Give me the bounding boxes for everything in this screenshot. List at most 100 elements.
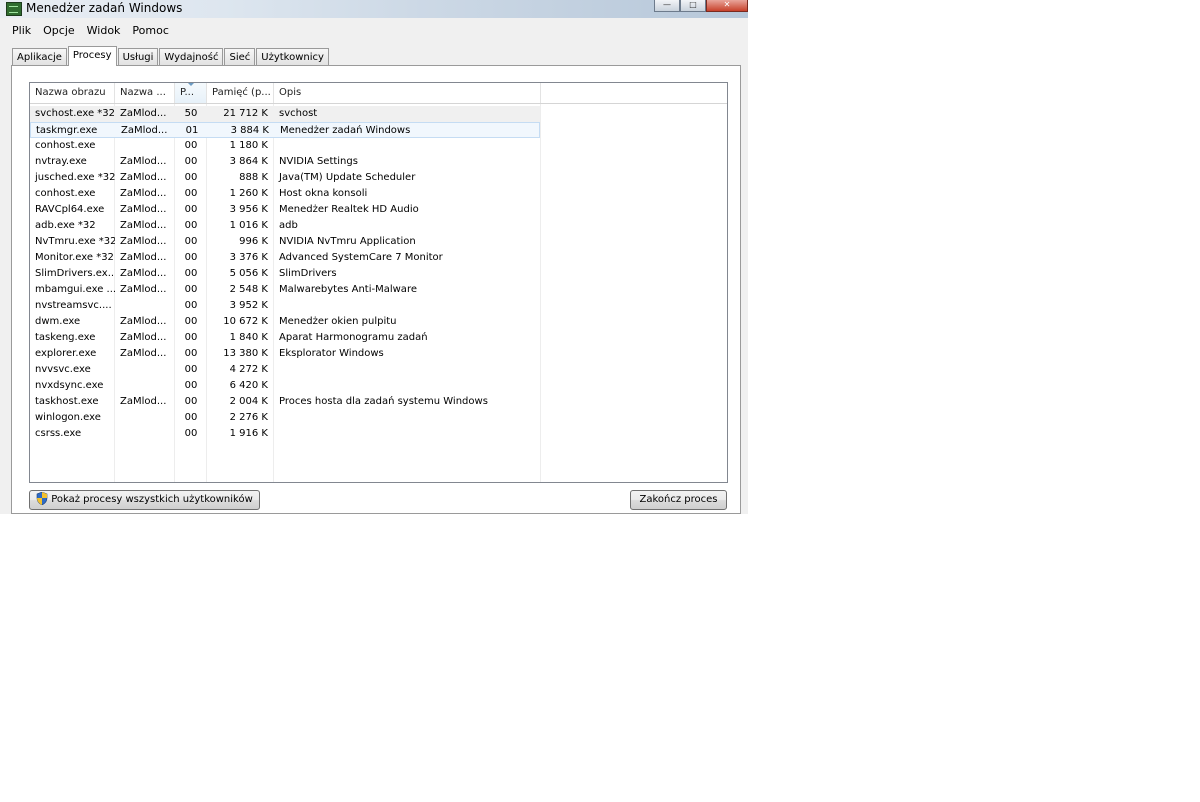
window-title: Menedżer zadań Windows — [26, 1, 183, 15]
table-row[interactable]: winlogon.exe 00 2 276 K — [30, 410, 540, 426]
description-cell: NVIDIA Settings — [279, 156, 358, 167]
column-image-name[interactable]: Nazwa obrazu — [30, 83, 115, 103]
table-row[interactable]: svchost.exe *32 ZaMlod... 50 21 712 K svchos… — [30, 106, 540, 122]
table-row[interactable]: nvvsvc.exe 00 4 272 K — [30, 362, 540, 378]
close-icon[interactable]: ✕ — [706, 0, 748, 12]
list-header: Nazwa obrazu Nazwa ... P... Pamięć (p...… — [30, 83, 727, 104]
table-row[interactable]: taskeng.exe ZaMlod... 00 1 840 K Aparat Harm… — [30, 330, 540, 346]
column-memory[interactable]: Pamięć (p... — [207, 83, 274, 103]
cpu-cell: 00 — [184, 220, 198, 231]
table-row[interactable]: taskmgr.exe ZaMlod... 01 3 884 K Menedżer za… — [30, 122, 540, 138]
image-name-cell: nvtray.exe — [35, 156, 87, 167]
memory-cell: 996 K — [239, 236, 268, 247]
show-all-processes-button[interactable]: Pokaż procesy wszystkich użytkowników — [29, 490, 260, 510]
table-row[interactable]: nvxdsync.exe 00 6 420 K — [30, 378, 540, 394]
tab-applications[interactable]: Aplikacje — [12, 48, 67, 65]
memory-cell: 3 952 K — [229, 300, 268, 311]
memory-cell: 6 420 K — [229, 380, 268, 391]
image-name-cell: conhost.exe — [35, 188, 96, 199]
tab-performance[interactable]: Wydajność — [159, 48, 224, 65]
menu-options[interactable]: Opcje — [37, 22, 81, 40]
memory-cell: 2 276 K — [229, 412, 268, 423]
description-cell — [274, 298, 540, 314]
cpu-cell: 00 — [184, 204, 198, 215]
memory-cell: 1 016 K — [229, 220, 268, 231]
user-name-cell — [115, 362, 175, 378]
user-name-cell: ZaMlod... — [120, 268, 167, 279]
user-name-cell: ZaMlod... — [120, 252, 167, 263]
table-row[interactable]: jusched.exe *32 ZaMlod... 00 888 K Java(TM) … — [30, 170, 540, 186]
tab-services[interactable]: Usługi — [117, 48, 159, 65]
cpu-cell: 00 — [184, 140, 198, 151]
image-name-cell: dwm.exe — [35, 316, 81, 327]
description-cell: Java(TM) Update Scheduler — [279, 172, 416, 183]
image-name-cell: taskeng.exe — [35, 332, 96, 343]
memory-cell: 3 864 K — [229, 156, 268, 167]
user-name-cell: ZaMlod... — [120, 236, 167, 247]
user-name-cell: ZaMlod... — [120, 220, 167, 231]
description-cell — [274, 426, 540, 442]
memory-cell: 2 004 K — [229, 396, 268, 407]
end-process-label: Zakończ proces — [639, 494, 718, 505]
menu-view[interactable]: Widok — [81, 22, 127, 40]
table-row[interactable]: conhost.exe 00 1 180 K — [30, 138, 540, 154]
menu-file[interactable]: Plik — [0, 22, 37, 40]
description-cell: Menedżer okien pulpitu — [279, 316, 397, 327]
description-cell: svchost — [279, 108, 318, 119]
description-cell: NVIDIA NvTmru Application — [279, 236, 416, 247]
memory-cell: 4 272 K — [229, 364, 268, 375]
user-name-cell: ZaMlod... — [120, 348, 167, 359]
memory-cell: 3 376 K — [229, 252, 268, 263]
table-row[interactable]: conhost.exe ZaMlod... 00 1 260 K Host okna k… — [30, 186, 540, 202]
image-name-cell: taskmgr.exe — [36, 125, 98, 136]
column-description[interactable]: Opis — [274, 83, 541, 103]
user-name-cell: ZaMlod... — [120, 156, 167, 167]
user-name-cell: ZaMlod... — [120, 332, 167, 343]
table-row[interactable]: taskhost.exe ZaMlod... 00 2 004 K Proces hos… — [30, 394, 540, 410]
table-row[interactable]: adb.exe *32 ZaMlod... 00 1 016 K adb — [30, 218, 540, 234]
table-row[interactable]: explorer.exe ZaMlod... 00 13 380 K Eksplorat… — [30, 346, 540, 362]
caption-buttons: — □ ✕ — [654, 0, 748, 12]
table-row[interactable]: RAVCpl64.exe ZaMlod... 00 3 956 K Menedżer R… — [30, 202, 540, 218]
cpu-cell: 50 — [184, 108, 198, 119]
table-row[interactable]: NvTmru.exe *32 ZaMlod... 00 996 K NVIDIA NvT… — [30, 234, 540, 250]
user-name-cell: ZaMlod... — [120, 316, 167, 327]
memory-cell: 888 K — [239, 172, 268, 183]
table-row[interactable]: nvstreamsvc.... 00 3 952 K — [30, 298, 540, 314]
table-row[interactable]: Monitor.exe *32 ZaMlod... 00 3 376 K Advance… — [30, 250, 540, 266]
memory-cell: 1 180 K — [229, 140, 268, 151]
end-process-button[interactable]: Zakończ proces — [630, 490, 727, 510]
tab-strip: Aplikacje Procesy Usługi Wydajność Sieć … — [12, 46, 330, 66]
image-name-cell: mbamgui.exe ... — [35, 284, 115, 295]
column-user-name[interactable]: Nazwa ... — [115, 83, 175, 103]
description-cell: SlimDrivers — [279, 268, 337, 279]
image-name-cell: RAVCpl64.exe — [35, 204, 105, 215]
tab-processes[interactable]: Procesy — [67, 46, 117, 66]
menu-help[interactable]: Pomoc — [126, 22, 174, 40]
table-row[interactable]: mbamgui.exe ... ZaMlod... 00 2 548 K Malware… — [30, 282, 540, 298]
table-row[interactable]: SlimDrivers.ex... ZaMlod... 00 5 056 K SlimD… — [30, 266, 540, 282]
table-row[interactable]: csrss.exe 00 1 916 K — [30, 426, 540, 442]
minimize-icon[interactable]: — — [654, 0, 680, 12]
description-cell: Menedżer zadań Windows — [280, 125, 411, 136]
tab-users[interactable]: Użytkownicy — [256, 48, 329, 65]
description-cell: adb — [279, 220, 298, 231]
cpu-cell: 00 — [184, 172, 198, 183]
description-cell: Malwarebytes Anti-Malware — [279, 284, 417, 295]
tab-network[interactable]: Sieć — [224, 48, 256, 65]
user-name-cell — [115, 426, 175, 442]
user-name-cell — [115, 138, 175, 154]
title-bar[interactable]: Menedżer zadań Windows — □ ✕ — [0, 0, 748, 18]
table-row[interactable]: nvtray.exe ZaMlod... 00 3 864 K NVIDIA Setti… — [30, 154, 540, 170]
user-name-cell: ZaMlod... — [120, 204, 167, 215]
process-list[interactable]: Nazwa obrazu Nazwa ... P... Pamięć (p...… — [29, 82, 728, 483]
memory-cell: 10 672 K — [223, 316, 268, 327]
maximize-icon[interactable]: □ — [680, 0, 706, 12]
column-cpu[interactable]: P... — [175, 83, 207, 103]
image-name-cell: adb.exe *32 — [35, 220, 96, 231]
sort-arrow-icon — [188, 83, 194, 86]
table-row[interactable]: dwm.exe ZaMlod... 00 10 672 K Menedżer okien… — [30, 314, 540, 330]
description-cell — [274, 378, 540, 394]
description-cell: Host okna konsoli — [279, 188, 368, 199]
cpu-cell: 00 — [184, 156, 198, 167]
